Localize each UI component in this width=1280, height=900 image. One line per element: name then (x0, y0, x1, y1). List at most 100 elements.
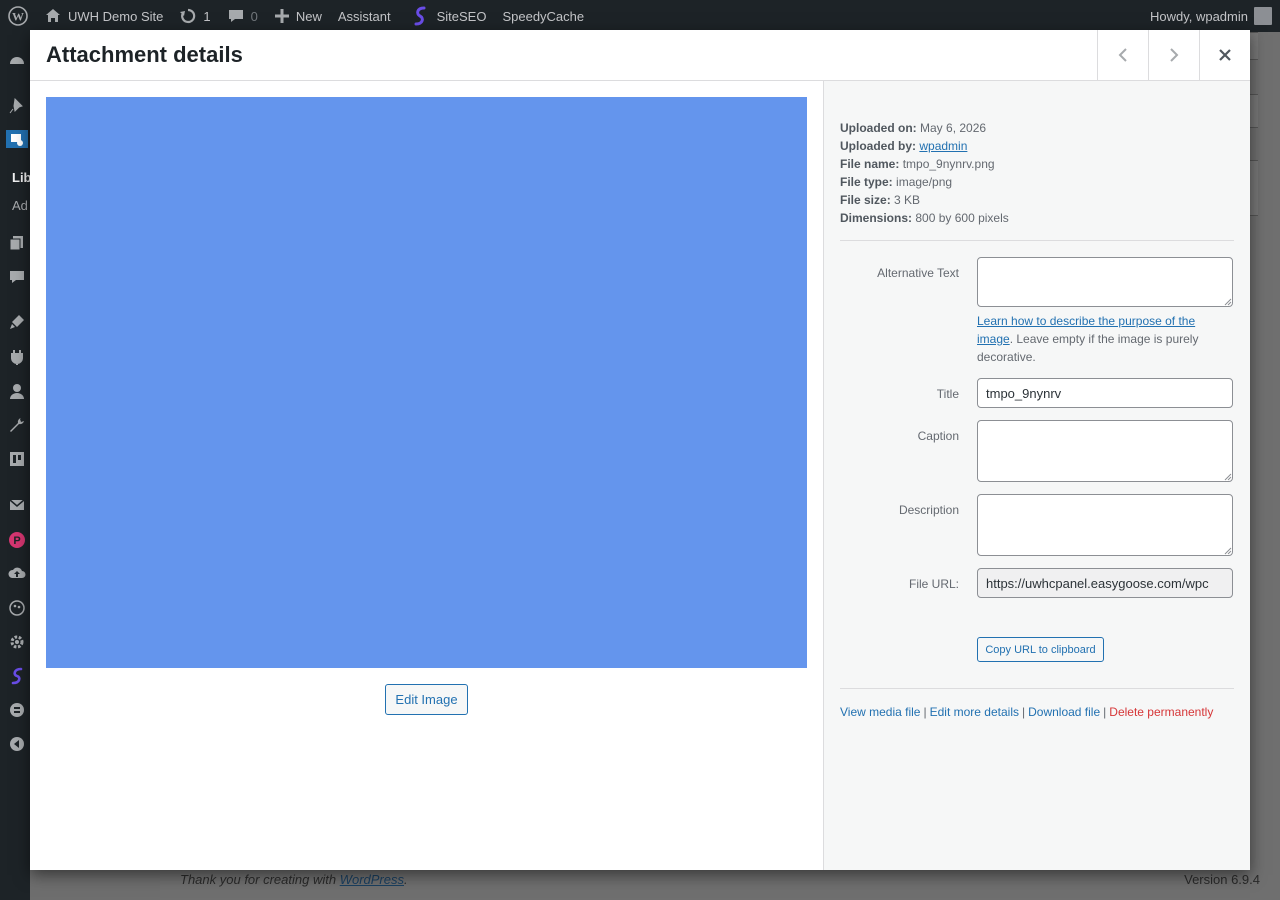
description-field[interactable] (977, 494, 1233, 556)
attachment-info-panel: Uploaded on: May 6, 2026 Uploaded by: wp… (823, 81, 1250, 870)
file-url-field[interactable]: https://uwhcpanel.easygoose.com/wpc (977, 568, 1233, 598)
alt-text-hint-text: . Leave empty if the image is purely dec… (977, 332, 1199, 364)
uploaded-by-label: Uploaded by: (840, 139, 917, 153)
footer-wordpress-link[interactable]: WordPress (340, 872, 404, 887)
updates-menu[interactable]: 1 (171, 0, 218, 32)
file-size-value: 3 KB (894, 193, 921, 207)
siteseo-menu[interactable]: SiteSEO (399, 0, 495, 32)
siteseo-side-icon[interactable] (8, 667, 26, 685)
assistant-menu[interactable]: Assistant (330, 0, 399, 32)
home-icon (46, 9, 60, 22)
modal-title: Attachment details (46, 42, 243, 67)
assistant-label: Assistant (337, 8, 391, 24)
new-content-menu[interactable]: New (266, 0, 330, 32)
uploaded-on-value: May 6, 2026 (920, 121, 987, 135)
new-label: New (295, 8, 322, 24)
siteseo-label: SiteSEO (436, 8, 487, 24)
siteseo-icon (414, 6, 426, 26)
copy-url-button[interactable]: Copy URL to clipboard (977, 637, 1104, 662)
separator: | (923, 705, 927, 719)
file-name-value: tmpo_9nynrv.png (902, 157, 995, 171)
chevron-right-icon (1170, 48, 1179, 62)
download-file-link[interactable]: Download file (1028, 705, 1100, 719)
close-modal-button[interactable] (1199, 30, 1250, 80)
speedycache-side-icon[interactable] (8, 701, 26, 719)
caption-label: Caption (917, 429, 959, 443)
my-account-menu[interactable]: Howdy, wpadmin (1150, 7, 1280, 25)
speedycache-label: SpeedyCache (502, 8, 585, 24)
file-type-value: image/png (896, 175, 953, 189)
howdy-text: Howdy, wpadmin (1149, 8, 1248, 24)
pages-icon[interactable] (8, 234, 26, 252)
comments-menu[interactable]: 0 (219, 0, 266, 32)
comments-count: 0 (250, 8, 258, 24)
media-library-item[interactable]: Lib (12, 170, 30, 185)
file-name-row: File name: tmpo_9nynrv.png (840, 155, 1234, 173)
users-icon[interactable] (8, 382, 26, 400)
comment-icon (228, 10, 243, 22)
previous-attachment-button[interactable] (1097, 30, 1148, 80)
attachment-image (46, 97, 807, 668)
plugins-icon[interactable] (8, 348, 26, 366)
attachment-details-modal: Attachment details Edit Image Uploaded o… (30, 30, 1250, 870)
uploaded-on-row: Uploaded on: May 6, 2026 (840, 119, 1234, 137)
mail-icon[interactable] (8, 496, 26, 514)
pin-icon[interactable] (8, 97, 26, 115)
file-size-row: File size: 3 KB (840, 191, 1234, 209)
close-icon (1219, 49, 1231, 61)
wordpress-icon: W (8, 6, 28, 26)
footer-thanks: Thank you for creating with WordPress. (180, 872, 408, 887)
caption-field[interactable] (977, 420, 1233, 482)
separator: | (1103, 705, 1107, 719)
file-type-row: File type: image/png (840, 173, 1234, 191)
view-media-file-link[interactable]: View media file (840, 705, 920, 719)
title-label: Title (936, 387, 959, 401)
wordpress-logo-menu[interactable]: W (0, 0, 36, 32)
upload-cloud-icon[interactable] (8, 564, 26, 582)
uploaded-by-link[interactable]: wpadmin (919, 139, 967, 153)
appearance-icon[interactable] (8, 313, 26, 331)
delete-permanently-link[interactable]: Delete permanently (1109, 705, 1213, 719)
resize-handle-icon[interactable] (1224, 547, 1232, 555)
settings-icon[interactable] (8, 450, 26, 468)
resize-handle-icon[interactable] (1224, 298, 1232, 306)
actions-divider (840, 688, 1234, 689)
file-size-label: File size: (840, 193, 891, 207)
file-url-label: File URL: (908, 577, 959, 591)
svg-text:W: W (12, 10, 24, 24)
resize-handle-icon[interactable] (1224, 473, 1232, 481)
site-name-menu[interactable]: UWH Demo Site (36, 0, 171, 32)
edit-image-button[interactable]: Edit Image (385, 684, 468, 715)
file-details: Uploaded on: May 6, 2026 Uploaded by: wp… (840, 119, 1234, 227)
alt-text-field[interactable] (977, 257, 1233, 307)
collapse-menu-icon[interactable] (8, 735, 26, 753)
alt-text-hint: Learn how to describe the purpose of the… (977, 312, 1233, 366)
dashboard-icon[interactable] (8, 52, 26, 70)
gear-icon[interactable] (8, 633, 26, 651)
footer-period: . (404, 872, 408, 887)
uploaded-on-label: Uploaded on: (840, 121, 917, 135)
media-add-item[interactable]: Ad (12, 198, 30, 213)
dimensions-value: 800 by 600 pixels (915, 211, 1009, 225)
edit-more-details-link[interactable]: Edit more details (930, 705, 1019, 719)
admin-bar: W UWH Demo Site 1 0 New Assistant SiteSE… (0, 0, 1280, 32)
file-type-label: File type: (840, 175, 893, 189)
palette-icon[interactable] (8, 599, 26, 617)
speedycache-menu[interactable]: SpeedyCache (494, 0, 592, 32)
separator: | (1021, 705, 1026, 719)
attachment-preview: Edit Image (30, 81, 823, 870)
media-icon[interactable] (6, 130, 28, 148)
svg-text:P: P (13, 535, 20, 547)
footer-version: Version 6.9.4 (1184, 872, 1260, 887)
updates-icon (180, 8, 196, 24)
tools-icon[interactable] (8, 416, 26, 434)
updates-count: 1 (203, 8, 211, 24)
plugin-p-icon[interactable]: P (8, 531, 26, 549)
description-label: Description (898, 503, 959, 517)
avatar (1254, 7, 1272, 25)
title-field[interactable]: tmpo_9nynrv (977, 378, 1233, 408)
alt-text-label: Alternative Text (877, 266, 959, 280)
next-attachment-button[interactable] (1148, 30, 1199, 80)
comments-icon[interactable] (8, 268, 26, 286)
file-name-label: File name: (840, 157, 900, 171)
